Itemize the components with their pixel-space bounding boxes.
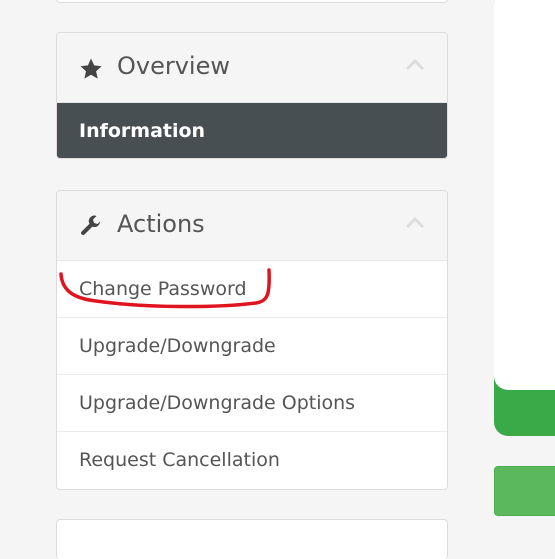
actions-menu: Change Password Upgrade/Downgrade Upgrad…: [57, 261, 447, 489]
wrench-icon: [81, 215, 101, 236]
main-content-card-body: [494, 0, 555, 390]
chevron-up-icon[interactable]: [405, 215, 425, 229]
sidebar-item-upgrade-downgrade-options[interactable]: Upgrade/Downgrade Options: [57, 375, 447, 432]
sidebar-item-change-password[interactable]: Change Password: [57, 261, 447, 318]
next-panel-top: [56, 519, 448, 559]
sidebar-item-upgrade-downgrade[interactable]: Upgrade/Downgrade: [57, 318, 447, 375]
main-content-card: [494, 0, 555, 436]
actions-title: Actions: [117, 210, 205, 238]
overview-title: Overview: [117, 52, 230, 80]
overview-panel: Overview Information: [56, 32, 448, 159]
previous-panel-bottom: [56, 0, 448, 3]
actions-panel-heading[interactable]: Actions: [57, 191, 447, 261]
sidebar-item-information[interactable]: Information: [57, 103, 447, 158]
green-action-button[interactable]: [494, 466, 555, 516]
overview-panel-heading[interactable]: Overview: [57, 33, 447, 103]
chevron-up-icon[interactable]: [405, 57, 425, 71]
actions-panel: Actions Change Password Upgrade/Downgrad…: [56, 190, 448, 490]
sidebar-item-request-cancellation[interactable]: Request Cancellation: [57, 432, 447, 489]
star-icon: [80, 58, 102, 79]
